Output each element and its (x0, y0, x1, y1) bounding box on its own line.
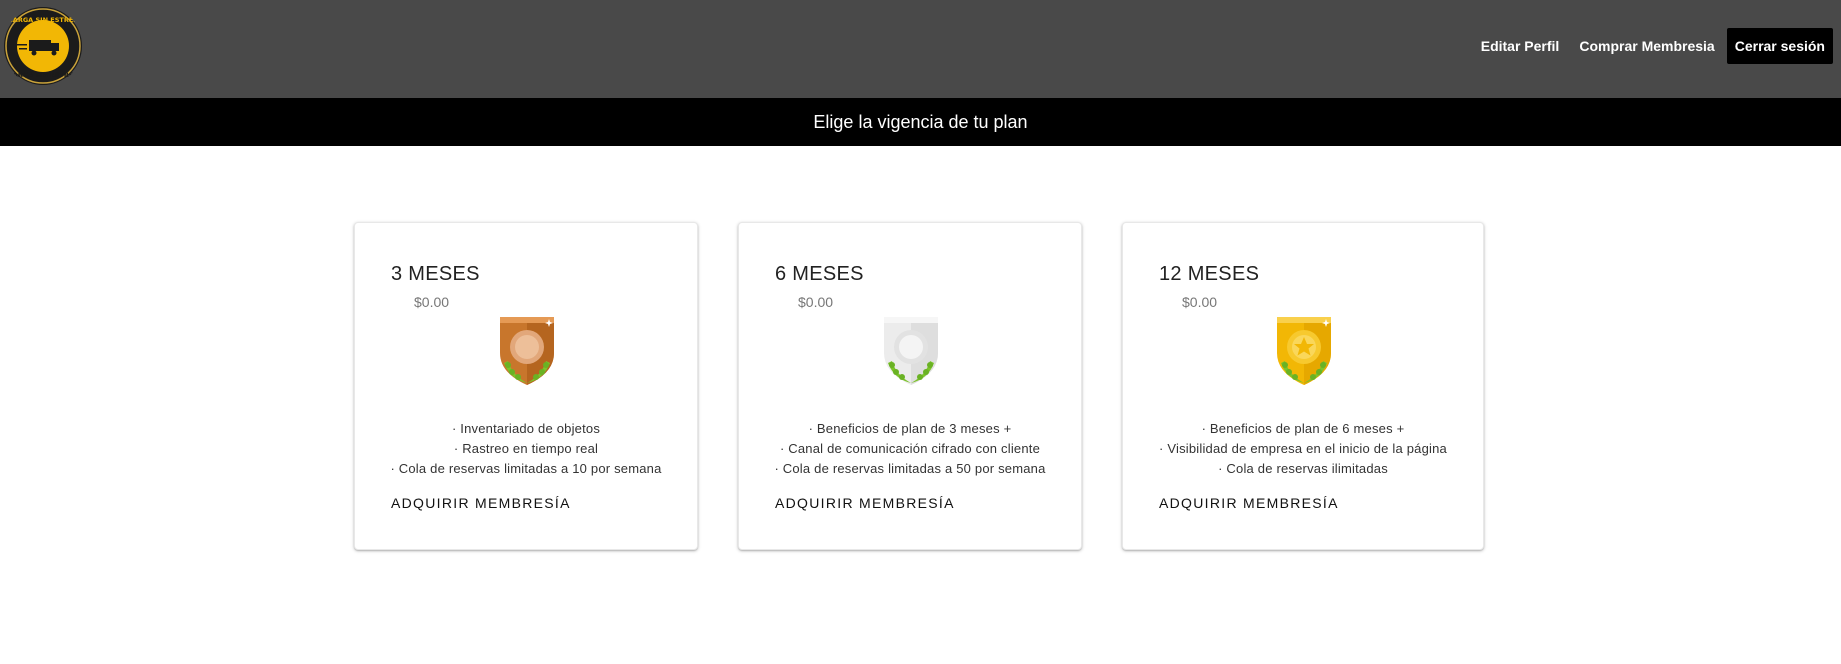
acquire-membership-button[interactable]: ADQUIRIR MEMBRESÍA (775, 495, 955, 511)
banner-title: Elige la vigencia de tu plan (813, 112, 1028, 132)
nav-menu: Editar Perfil Comprar Membresia Cerrar s… (1471, 28, 1833, 64)
feature-item: · Inventariado de objetos (451, 421, 601, 436)
plan-card-6-months: 6 MESES $0.00 · Beneficios de plan de 3 … (738, 222, 1082, 550)
logo[interactable]: CARGA SIN ESTRES CARGA SIN ESTRES (3, 6, 83, 86)
edit-profile-link[interactable]: Editar Perfil (1471, 28, 1570, 64)
plan-features: · Beneficios de plan de 3 meses + · Cana… (739, 419, 1081, 479)
logo-text-bottom: CARGA SIN ESTRES (8, 71, 78, 79)
page-banner: Elige la vigencia de tu plan (0, 98, 1841, 146)
top-navbar: CARGA SIN ESTRES CARGA SIN ESTRES Editar… (0, 0, 1841, 98)
plan-title: 12 MESES (1159, 263, 1260, 285)
feature-item: · Rastreo en tiempo real (453, 441, 599, 456)
plan-features: · Inventariado de objetos · Rastreo en t… (355, 419, 697, 479)
feature-item: · Cola de reservas limitadas a 50 por se… (774, 461, 1046, 476)
plan-price: $0.00 (798, 294, 834, 310)
silver-badge-icon (884, 317, 938, 385)
buy-membership-link[interactable]: Comprar Membresia (1569, 28, 1724, 64)
plan-card-12-months: 12 MESES $0.00 · Beneficios de plan de 6… (1122, 222, 1484, 550)
feature-item: · Visibilidad de empresa en el inicio de… (1159, 441, 1447, 456)
feature-item: · Beneficios de plan de 6 meses + (1201, 421, 1405, 436)
feature-item: · Cola de reservas ilimitadas (1218, 461, 1388, 476)
logo-text-top: CARGA SIN ESTRES (8, 16, 78, 24)
feature-item: · Cola de reservas limitadas a 10 por se… (390, 461, 662, 476)
logout-button[interactable]: Cerrar sesión (1726, 28, 1833, 64)
feature-item: · Canal de comunicación cifrado con clie… (779, 441, 1041, 456)
plan-price: $0.00 (414, 294, 450, 310)
acquire-membership-button[interactable]: ADQUIRIR MEMBRESÍA (1159, 495, 1339, 511)
plan-card-3-months: 3 MESES $0.00 · Inventariado de objetos … (354, 222, 698, 550)
plan-title: 6 MESES (775, 263, 864, 285)
bronze-badge-icon (500, 317, 554, 385)
plan-features: · Beneficios de plan de 6 meses + · Visi… (1123, 419, 1483, 479)
gold-badge-icon (1277, 317, 1331, 385)
acquire-membership-button[interactable]: ADQUIRIR MEMBRESÍA (391, 495, 571, 511)
plan-price: $0.00 (1182, 294, 1218, 310)
plan-title: 3 MESES (391, 263, 480, 285)
feature-item: · Beneficios de plan de 3 meses + (808, 421, 1012, 436)
